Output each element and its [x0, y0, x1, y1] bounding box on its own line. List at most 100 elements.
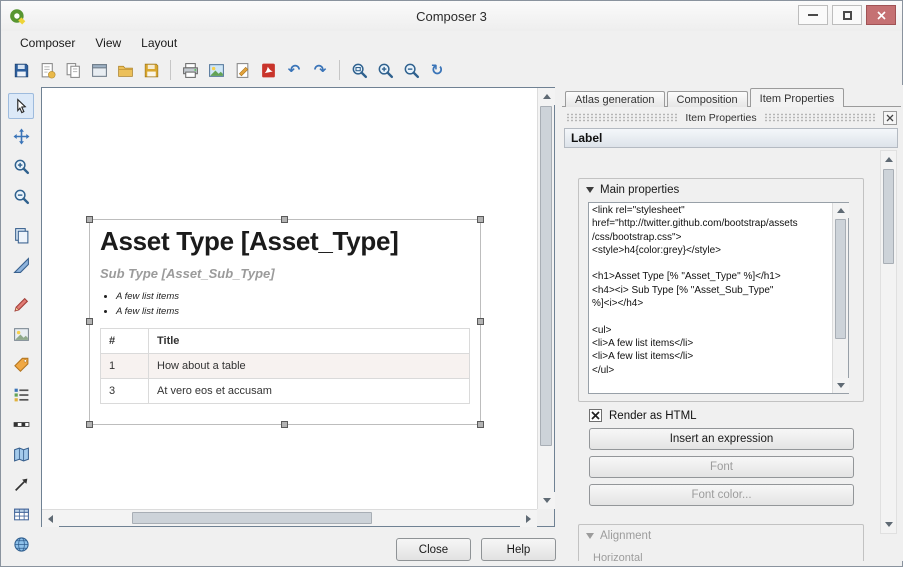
alignment-group: Alignment Horizontal Left Center — [578, 524, 864, 561]
scroll-down-arrow[interactable] — [880, 516, 897, 533]
vertical-scroll-thumb[interactable] — [540, 106, 552, 446]
label-subheading: Sub Type [Asset_Sub_Type] — [100, 266, 470, 281]
zoom-full-icon[interactable] — [346, 58, 372, 83]
close-window-button[interactable] — [866, 5, 896, 25]
scroll-down-arrow[interactable] — [833, 378, 849, 393]
zoom-in-icon[interactable] — [8, 153, 34, 179]
dock-drag-texture[interactable] — [566, 113, 678, 122]
save-template-icon[interactable] — [138, 58, 164, 83]
menu-view[interactable]: View — [85, 33, 131, 53]
resize-handle-w[interactable] — [86, 318, 93, 325]
render-as-html-checkbox[interactable] — [589, 409, 602, 422]
move-content-icon[interactable] — [8, 123, 34, 149]
resize-handle-nw[interactable] — [86, 216, 93, 223]
tab-item-properties[interactable]: Item Properties — [750, 88, 845, 107]
resize-handle-s[interactable] — [281, 421, 288, 428]
qgis-logo-icon — [9, 7, 27, 25]
tab-atlas-generation[interactable]: Atlas generation — [565, 91, 665, 107]
export-image-icon[interactable] — [203, 58, 229, 83]
list-item: A few list items — [116, 306, 179, 317]
scroll-down-arrow[interactable] — [538, 492, 555, 509]
add-map-icon[interactable] — [8, 222, 34, 248]
canvas-vertical-scrollbar[interactable] — [537, 88, 554, 509]
dock-close-button[interactable] — [883, 111, 897, 125]
close-button[interactable]: Close — [396, 538, 471, 561]
add-shape-icon[interactable] — [8, 291, 34, 317]
panel-scroll-thumb[interactable] — [883, 169, 894, 264]
scroll-up-arrow[interactable] — [880, 151, 897, 168]
export-svg-icon[interactable] — [229, 58, 255, 83]
group-title: Main properties — [600, 184, 679, 196]
add-rectangle-icon[interactable] — [8, 252, 34, 278]
alignment-header[interactable]: Alignment — [579, 525, 863, 542]
horizontal-scroll-thumb[interactable] — [132, 512, 372, 524]
save-project-icon[interactable] — [8, 58, 34, 83]
item-type-header: Label — [564, 128, 898, 148]
close-icon — [886, 114, 894, 122]
main-properties-header[interactable]: Main properties — [579, 179, 863, 196]
font-color-button: Font color... — [589, 484, 854, 506]
new-composer-icon[interactable] — [34, 58, 60, 83]
print-icon[interactable] — [177, 58, 203, 83]
dock-drag-texture[interactable] — [764, 113, 876, 122]
table-row: 3 At vero eos et accusam — [101, 379, 470, 404]
minimize-button[interactable] — [798, 5, 828, 25]
composition-canvas[interactable]: Asset Type [Asset_Type] Sub Type [Asset_… — [41, 87, 555, 527]
label-html-source[interactable]: <link rel="stylesheet" href="http://twit… — [592, 204, 830, 392]
zoom-in-icon[interactable] — [372, 58, 398, 83]
close-icon — [877, 11, 886, 20]
resize-handle-ne[interactable] — [477, 216, 484, 223]
list-item: A few list items — [116, 291, 179, 302]
editor-scroll-thumb[interactable] — [835, 219, 846, 339]
maximize-icon — [843, 11, 852, 20]
maximize-button[interactable] — [832, 5, 862, 25]
load-template-icon[interactable] — [112, 58, 138, 83]
collapse-triangle-icon — [586, 533, 594, 539]
editor-vertical-scrollbar[interactable] — [832, 203, 848, 393]
export-pdf-icon[interactable] — [255, 58, 281, 83]
redo-icon[interactable]: ↷ — [307, 58, 333, 83]
render-as-html-row: Render as HTML — [589, 409, 697, 422]
menubar: Composer View Layout — [2, 31, 901, 55]
table-cell: 3 — [101, 379, 149, 404]
duplicate-composer-icon[interactable] — [60, 58, 86, 83]
label-item[interactable]: Asset Type [Asset_Type] Sub Type [Asset_… — [89, 219, 481, 425]
panel-vertical-scrollbar[interactable] — [880, 150, 897, 534]
main-toolbar: ↶ ↷ ↻ — [2, 55, 901, 85]
help-button[interactable]: Help — [481, 538, 556, 561]
render-as-html-label: Render as HTML — [609, 410, 697, 422]
add-image-icon[interactable] — [8, 321, 34, 347]
refresh-icon[interactable]: ↻ — [424, 58, 450, 83]
add-arrow-icon[interactable] — [8, 471, 34, 497]
resize-handle-sw[interactable] — [86, 421, 93, 428]
add-scalebar-icon[interactable] — [8, 411, 34, 437]
add-label-icon[interactable] — [8, 351, 34, 377]
resize-handle-e[interactable] — [477, 318, 484, 325]
tab-composition[interactable]: Composition — [667, 91, 748, 107]
scroll-up-arrow[interactable] — [538, 88, 555, 105]
insert-expression-button[interactable]: Insert an expression — [589, 428, 854, 450]
add-html-icon[interactable] — [8, 531, 34, 557]
resize-handle-n[interactable] — [281, 216, 288, 223]
canvas-horizontal-scrollbar[interactable] — [42, 509, 537, 526]
add-legend-icon[interactable] — [8, 381, 34, 407]
add-table-icon[interactable] — [8, 501, 34, 527]
undo-icon[interactable]: ↶ — [281, 58, 307, 83]
add-map-frame-icon[interactable] — [8, 441, 34, 467]
menu-composer[interactable]: Composer — [10, 33, 85, 53]
select-item-icon[interactable] — [8, 93, 34, 119]
page[interactable]: Asset Type [Asset_Type] Sub Type [Asset_… — [42, 88, 537, 509]
composer-manager-icon[interactable] — [86, 58, 112, 83]
zoom-out-icon[interactable] — [8, 183, 34, 209]
checkmark-icon — [591, 411, 600, 420]
resize-handle-se[interactable] — [477, 421, 484, 428]
table-header-row: # Title — [101, 329, 470, 354]
scroll-left-arrow[interactable] — [42, 510, 59, 527]
item-properties-panel: Atlas generation Composition Item Proper… — [560, 85, 903, 561]
zoom-out-icon[interactable] — [398, 58, 424, 83]
table-header-num: # — [101, 329, 149, 354]
menu-layout[interactable]: Layout — [131, 33, 187, 53]
scroll-up-arrow[interactable] — [833, 203, 849, 218]
label-html-editor[interactable]: <link rel="stylesheet" href="http://twit… — [588, 202, 849, 394]
scroll-right-arrow[interactable] — [520, 510, 537, 527]
